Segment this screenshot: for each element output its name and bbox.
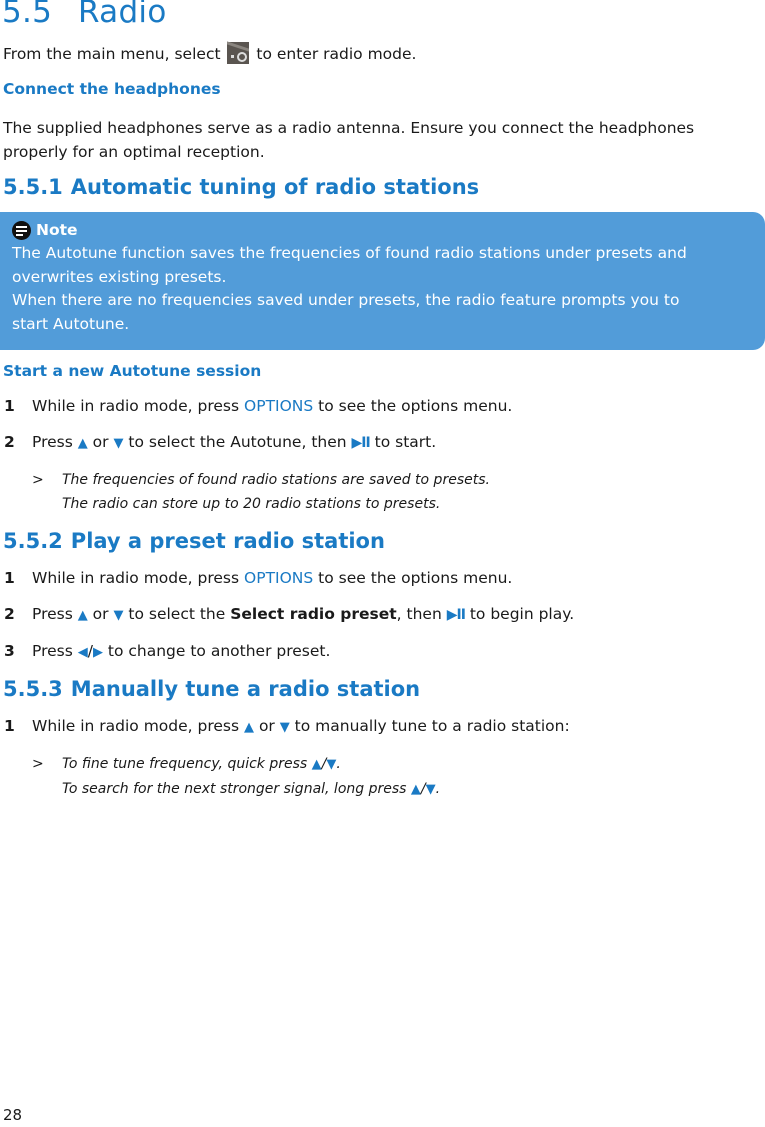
headphones-line-1: The supplied headphones serve as a radio… (3, 119, 695, 137)
result-line-1: To fine tune frequency, quick press (62, 756, 312, 772)
up-arrow-icon: ▲ (410, 782, 421, 797)
note-label: Note (36, 221, 78, 239)
headphones-heading: Connect the headphones (3, 80, 221, 98)
note-box: Note The Autotune function saves the fre… (0, 212, 765, 350)
autotune-number: 5.5.1 (3, 175, 63, 199)
step-number: 2 (4, 605, 15, 623)
preset-step-3: 3 Press ◀/▶ to change to another preset. (4, 642, 330, 660)
autotune-step-2: 2 Press ▲ or ▼ to select the Autotune, th… (4, 433, 436, 451)
up-arrow-icon: ▲ (77, 608, 88, 623)
manual-step-1: 1 While in radio mode, press ▲ or ▼ to ma… (4, 717, 570, 735)
play-pause-icon: ▶II (351, 435, 371, 451)
select-radio-preset-label: Select radio preset (230, 605, 397, 623)
result-marker: > (32, 756, 44, 772)
manual-heading: 5.5.3 Manually tune a radio station (3, 677, 420, 701)
manual-title: Manually tune a radio station (70, 677, 421, 701)
left-arrow-icon: ◀ (77, 645, 88, 660)
step-text: to manually tune to a radio station: (289, 717, 570, 735)
result-line-2: The radio can store up to 20 radio stati… (62, 496, 441, 512)
preset-heading: 5.5.2 Play a preset radio station (3, 529, 385, 553)
preset-step-2: 2 Press ▲ or ▼ to select the Select radio… (4, 605, 574, 623)
intro-text: From the main menu, select to enter radi… (3, 41, 417, 66)
step-text: While in radio mode, press (32, 569, 245, 587)
up-arrow-icon: ▲ (244, 720, 255, 735)
section-title-text: Radio (78, 0, 167, 30)
note-line: When there are no frequencies saved unde… (12, 291, 680, 309)
autotune-subheading: Start a new Autotune session (3, 362, 262, 380)
step-text: While in radio mode, press (32, 397, 245, 415)
manual-result: > To fine tune frequency, quick press ▲/▼… (32, 752, 440, 802)
note-line: The Autotune function saves the frequenc… (12, 244, 687, 262)
down-arrow-icon: ▼ (326, 757, 337, 772)
step-text: to select the (123, 605, 231, 623)
down-arrow-icon: ▼ (113, 436, 124, 451)
step-number: 1 (4, 717, 15, 735)
period: . (336, 756, 341, 772)
down-arrow-icon: ▼ (279, 720, 290, 735)
step-text: , then (396, 605, 447, 623)
intro-after: to enter radio mode. (251, 45, 417, 63)
play-pause-icon: ▶II (446, 607, 466, 623)
step-text: to see the options menu. (313, 397, 513, 415)
step-text: or (254, 717, 280, 735)
preset-number: 5.5.2 (3, 529, 63, 553)
step-text: or (87, 605, 114, 623)
options-key: OPTIONS (244, 569, 314, 587)
step-text: Press (32, 433, 78, 451)
intro-before: From the main menu, select (3, 45, 226, 63)
step-number: 3 (4, 642, 15, 660)
step-text: to select the Autotune, then (123, 433, 352, 451)
step-text: to start. (369, 433, 437, 451)
manual-number: 5.5.3 (3, 677, 63, 701)
result-line-2: To search for the next stronger signal, … (62, 781, 411, 797)
autotune-step-1: 1 While in radio mode, press OPTIONS to s… (4, 397, 512, 415)
radio-icon (227, 41, 250, 64)
note-line: overwrites existing presets. (12, 267, 227, 286)
up-arrow-icon: ▲ (77, 436, 88, 451)
note-line: start Autotune. (12, 314, 130, 333)
result-line-1: The frequencies of found radio stations … (62, 472, 490, 488)
step-text: Press (32, 642, 78, 660)
note-icon (12, 220, 31, 240)
down-arrow-icon: ▼ (113, 608, 124, 623)
headphones-line-2: properly for an optimal reception. (3, 143, 265, 161)
step-number: 1 (4, 397, 15, 415)
step-text: to begin play. (464, 605, 575, 623)
headphones-paragraph: The supplied headphones serve as a radio… (3, 116, 694, 164)
step-number: 1 (4, 569, 15, 587)
period: . (435, 781, 441, 797)
step-text: Press (32, 605, 78, 623)
preset-step-1: 1 While in radio mode, press OPTIONS to s… (4, 569, 512, 587)
note-header: Note (12, 218, 753, 242)
preset-title: Play a preset radio station (70, 529, 385, 553)
step-number: 2 (4, 433, 15, 451)
down-arrow-icon: ▼ (425, 782, 436, 797)
autotune-result: > The frequencies of found radio stations… (32, 468, 490, 516)
autotune-heading: 5.5.1 Automatic tuning of radio stations (3, 175, 479, 199)
result-marker: > (32, 472, 44, 488)
step-text: to see the options menu. (313, 569, 513, 587)
autotune-title: Automatic tuning of radio stations (70, 175, 480, 199)
step-text: or (87, 433, 114, 451)
step-text: While in radio mode, press (32, 717, 245, 735)
up-arrow-icon: ▲ (311, 757, 322, 772)
options-key: OPTIONS (244, 397, 314, 415)
section-number: 5.5 (2, 0, 53, 30)
step-text: to change to another preset. (102, 642, 331, 660)
right-arrow-icon: ▶ (92, 645, 103, 660)
section-title: 5.5 Radio (2, 0, 167, 30)
page-number: 28 (3, 1106, 23, 1124)
